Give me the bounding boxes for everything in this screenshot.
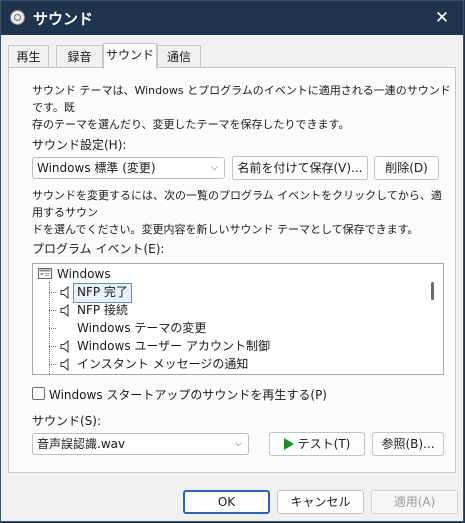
sounds-tab-panel: サウンド テーマは、Windows とプログラムのイベントに適用される一連のサウ… bbox=[8, 67, 456, 473]
speaker-icon bbox=[60, 304, 69, 317]
tree-branch bbox=[49, 328, 56, 329]
startup-sound-label[interactable]: Windows スタートアップのサウンドを再生する(P) bbox=[49, 386, 327, 403]
tree-branch bbox=[49, 364, 56, 365]
test-button[interactable]: テスト(T) bbox=[269, 432, 365, 456]
tree-branch bbox=[49, 292, 56, 293]
sound-app-icon bbox=[10, 10, 25, 25]
event-item[interactable]: Windows テーマの変更 bbox=[77, 319, 206, 337]
event-root-windows[interactable]: Windows bbox=[57, 265, 111, 283]
description-line-1: サウンド テーマは、Windows とプログラムのイベントに適用される一連のサウ… bbox=[32, 84, 451, 114]
sound-theme-description: サウンド テーマは、Windows とプログラムのイベントに適用される一連のサウ… bbox=[32, 82, 452, 133]
description-line-2: 存のテーマを選んだり、変更したテーマを保存したりできます。 bbox=[32, 118, 350, 131]
windows-folder-icon bbox=[38, 268, 52, 279]
tab-playback[interactable]: 再生 bbox=[8, 45, 49, 67]
sounds-label: サウンド(S): bbox=[32, 414, 102, 428]
tree-branch bbox=[49, 310, 56, 311]
browse-button[interactable]: 参照(B)... bbox=[372, 432, 444, 456]
event-item[interactable]: インスタント メッセージの通知 bbox=[77, 355, 248, 373]
program-events-list[interactable]: Windows NFP 完了 NFP 接続 Windows テーマの変更 Win… bbox=[32, 263, 444, 375]
list-scrollbar-thumb[interactable] bbox=[431, 282, 434, 300]
speaker-icon bbox=[60, 340, 69, 353]
tab-recording[interactable]: 録音 bbox=[56, 45, 103, 67]
cancel-button[interactable]: キャンセル bbox=[277, 490, 364, 514]
speaker-icon bbox=[60, 358, 69, 371]
program-events-label: プログラム イベント(E): bbox=[32, 242, 165, 256]
sound-file-dropdown[interactable]: 音声誤認識.wav ⌵ bbox=[32, 433, 249, 455]
event-item[interactable]: NFP 接続 bbox=[77, 301, 128, 319]
instruction-line-1: サウンドを変更するには、次の一覧のプログラム イベントをクリックしてから、適用す… bbox=[32, 189, 442, 219]
play-icon bbox=[283, 438, 294, 450]
speaker-icon bbox=[60, 286, 69, 299]
sound-scheme-label: サウンド設定(H): bbox=[32, 138, 127, 152]
startup-sound-checkbox[interactable] bbox=[32, 387, 45, 400]
change-sound-instructions: サウンドを変更するには、次の一覧のプログラム イベントをクリックしてから、適用す… bbox=[32, 187, 452, 238]
save-as-button[interactable]: 名前を付けて保存(V)... bbox=[232, 156, 368, 180]
apply-button[interactable]: 適用(A) bbox=[371, 490, 458, 514]
sound-dialog: サウンド ✕ 再生 録音 サウンド 通信 サウンド テーマは、Windows と… bbox=[0, 0, 464, 522]
title-bar: サウンド ✕ bbox=[1, 1, 463, 35]
instruction-line-2: ドを選んでください。変更内容を新しいサウンド テーマとして保存できます。 bbox=[32, 223, 419, 236]
tab-communications[interactable]: 通信 bbox=[157, 45, 201, 67]
close-icon[interactable]: ✕ bbox=[427, 5, 457, 31]
event-item-selected[interactable]: NFP 完了 bbox=[73, 283, 132, 303]
sound-scheme-value: Windows 標準 (変更) bbox=[37, 161, 156, 175]
ok-button[interactable]: OK bbox=[183, 490, 270, 514]
window-title: サウンド bbox=[33, 10, 94, 28]
sound-scheme-dropdown[interactable]: Windows 標準 (変更) ⌵ bbox=[32, 157, 225, 179]
chevron-down-icon: ⌵ bbox=[235, 439, 242, 449]
tab-sounds[interactable]: サウンド bbox=[103, 43, 157, 69]
chevron-down-icon: ⌵ bbox=[211, 163, 218, 173]
sound-file-value: 音声誤認識.wav bbox=[37, 437, 126, 451]
tree-branch bbox=[49, 346, 56, 347]
test-label: テスト(T) bbox=[297, 437, 351, 451]
delete-button[interactable]: 削除(D) bbox=[374, 156, 439, 180]
event-item[interactable]: Windows ユーザー アカウント制御 bbox=[77, 337, 270, 355]
